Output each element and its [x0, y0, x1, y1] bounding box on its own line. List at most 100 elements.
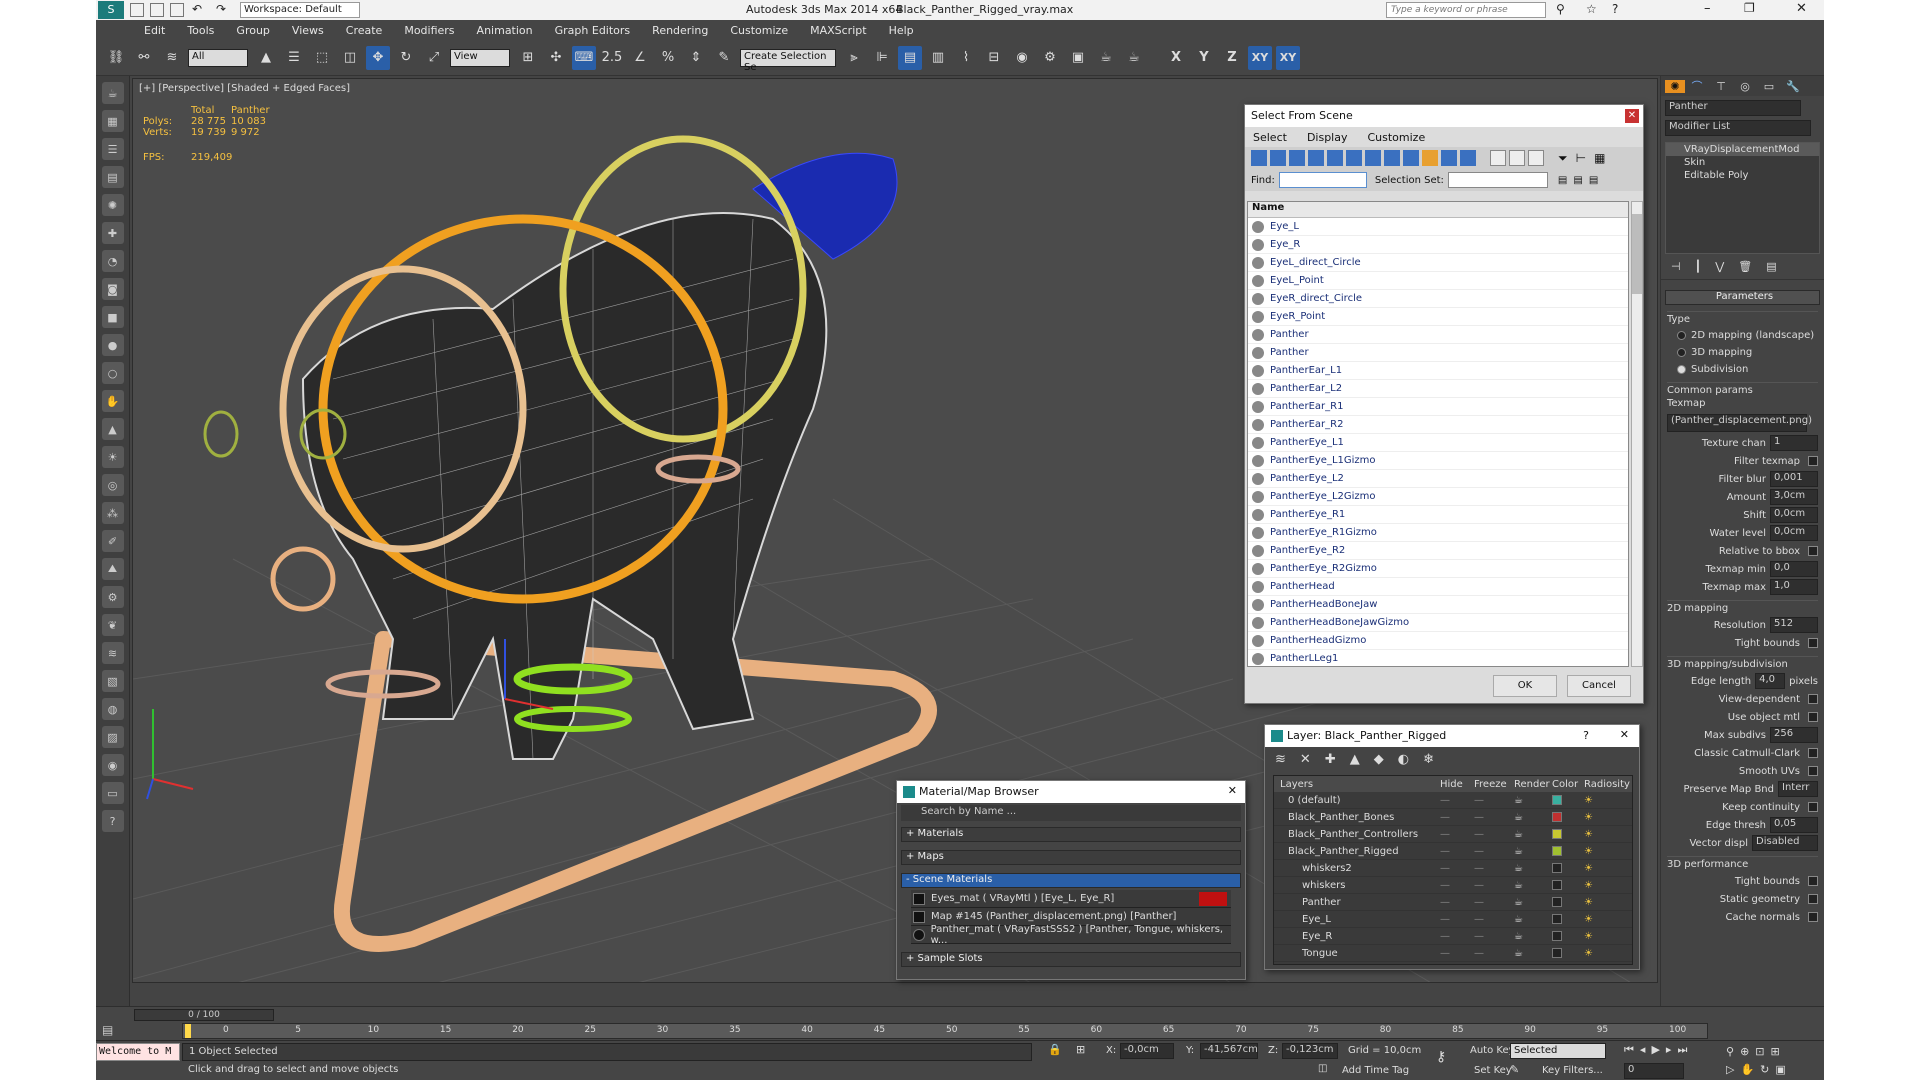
- scene-object-row[interactable]: PantherEye_L1: [1248, 434, 1628, 452]
- shift-value-field[interactable]: 0,0cm: [1770, 507, 1818, 523]
- scene-object-row[interactable]: Panther: [1248, 344, 1628, 362]
- layer-hide-toggle[interactable]: —: [1440, 846, 1474, 857]
- teapot-icon[interactable]: ☕: [101, 82, 124, 104]
- orbit-icon[interactable]: ↻: [1760, 1063, 1775, 1076]
- scene-object-row[interactable]: PantherEar_R1: [1248, 398, 1628, 416]
- mini-curve-editor-icon[interactable]: ▤: [102, 1023, 126, 1039]
- paint-icon[interactable]: ✐: [101, 530, 124, 552]
- maximize-viewport-icon[interactable]: ▣: [1775, 1063, 1791, 1076]
- key-mode-dropdown[interactable]: Selected: [1510, 1043, 1606, 1059]
- layer-freeze-toggle[interactable]: —: [1474, 931, 1514, 942]
- previous-frame-icon[interactable]: ◂: [1640, 1043, 1652, 1056]
- current-frame-field[interactable]: 0: [1624, 1063, 1684, 1079]
- display-cameras-icon[interactable]: [1308, 150, 1324, 166]
- layer-freeze-toggle[interactable]: —: [1474, 948, 1514, 959]
- set-key-pencil-icon[interactable]: ✎: [1510, 1063, 1519, 1076]
- select-scale-icon[interactable]: ⤢: [422, 46, 446, 70]
- menu-group[interactable]: Group: [236, 24, 270, 37]
- gear-icon[interactable]: ⚙: [101, 586, 124, 608]
- material-search-input[interactable]: Search by Name ...: [901, 805, 1241, 821]
- layer-render-teapot-icon[interactable]: ☕: [1514, 880, 1552, 891]
- hand-icon[interactable]: ✋: [101, 390, 124, 412]
- static-geometry-checkbox[interactable]: [1808, 894, 1818, 904]
- sphere-icon[interactable]: ●: [101, 334, 124, 356]
- layer-select-objects-icon[interactable]: ▲: [1350, 752, 1360, 767]
- radio-button[interactable]: [1677, 348, 1686, 357]
- terrain-icon[interactable]: ⛰: [101, 558, 124, 580]
- stack-item-vraydisplacement[interactable]: VRayDisplacementMod: [1666, 143, 1819, 156]
- select-menu-select[interactable]: Select: [1253, 131, 1287, 144]
- helper-icon[interactable]: ✚: [101, 222, 124, 244]
- align-icon[interactable]: ⊫: [870, 46, 894, 70]
- go-to-end-icon[interactable]: ⏭: [1677, 1043, 1693, 1056]
- help-icon[interactable]: ?: [1612, 2, 1618, 16]
- undo-icon[interactable]: ↶: [192, 2, 202, 16]
- layer-render-teapot-icon[interactable]: ☕: [1514, 812, 1552, 823]
- columns-icon[interactable]: ▦: [1594, 151, 1605, 165]
- vector-disp-value-field[interactable]: Disabled: [1752, 835, 1818, 851]
- display-invert-icon[interactable]: [1528, 150, 1544, 166]
- scene-object-row[interactable]: EyeL_direct_Circle: [1248, 254, 1628, 272]
- layer-radiosity-icon[interactable]: ☀: [1584, 948, 1593, 959]
- select-manipulate-icon[interactable]: ✣: [544, 46, 568, 70]
- maps-rollout[interactable]: + Maps: [901, 850, 1241, 865]
- layer-create-icon[interactable]: ≋: [1275, 752, 1286, 767]
- camera-icon[interactable]: ◙: [101, 278, 124, 300]
- layer-radiosity-icon[interactable]: ☀: [1584, 795, 1593, 806]
- hierarchy-tab-icon[interactable]: ⊤: [1709, 80, 1733, 93]
- max-logo-icon[interactable]: S: [98, 1, 124, 19]
- axis-xy-button[interactable]: XY: [1248, 45, 1272, 70]
- torus-icon[interactable]: ◎: [101, 474, 124, 496]
- layer-radiosity-icon[interactable]: ☀: [1584, 829, 1593, 840]
- window-crossing-icon[interactable]: ◫: [338, 46, 362, 70]
- plant-icon[interactable]: ❦: [101, 614, 124, 636]
- scene-object-row[interactable]: EyeR_Point: [1248, 308, 1628, 326]
- display-groups-icon[interactable]: [1365, 150, 1381, 166]
- select-menu-display[interactable]: Display: [1307, 131, 1348, 144]
- max-subdivs-value-field[interactable]: 256: [1770, 727, 1818, 743]
- tight-bounds2-checkbox[interactable]: [1808, 876, 1818, 886]
- layer-row[interactable]: Black_Panther_Rigged — — ☕ ☀: [1274, 843, 1632, 860]
- remove-modifier-icon[interactable]: 🗑: [1738, 260, 1752, 273]
- layer-row[interactable]: Eye_R — — ☕ ☀: [1274, 928, 1632, 945]
- save-file-icon[interactable]: [170, 3, 184, 17]
- menu-rendering[interactable]: Rendering: [652, 24, 708, 37]
- document-icon[interactable]: ▭: [101, 782, 124, 804]
- display-tab-icon[interactable]: ▭: [1757, 80, 1781, 93]
- pivot-center-icon[interactable]: ⊞: [516, 46, 540, 70]
- filter-texmap-checkbox[interactable]: [1808, 456, 1818, 466]
- radio-button[interactable]: [1677, 365, 1686, 374]
- rect-selection-icon[interactable]: ⬚: [310, 46, 334, 70]
- pan-icon[interactable]: ✋: [1740, 1063, 1760, 1076]
- blue-sphere-icon[interactable]: ◉: [101, 754, 124, 776]
- layer-radiosity-icon[interactable]: ☀: [1584, 897, 1593, 908]
- scene-object-list[interactable]: Name Eye_L Eye_R EyeL_direct_Circle EyeL_Po…: [1247, 201, 1629, 667]
- hair-icon[interactable]: ≋: [101, 642, 124, 664]
- layer-color-swatch[interactable]: [1552, 795, 1562, 805]
- layer-row[interactable]: Black_Panther_Bones — — ☕ ☀: [1274, 809, 1632, 826]
- layer-render-teapot-icon[interactable]: ☕: [1514, 914, 1552, 925]
- image-icon[interactable]: ▨: [101, 726, 124, 748]
- display-containers-icon[interactable]: [1422, 150, 1438, 166]
- scene-object-row[interactable]: PantherEar_R2: [1248, 416, 1628, 434]
- selection-set-add-icon[interactable]: ▤: [1558, 175, 1567, 186]
- spinner-snap-icon[interactable]: ⇕: [684, 46, 708, 70]
- scene-object-row[interactable]: PantherEye_L1Gizmo: [1248, 452, 1628, 470]
- select-rotate-icon[interactable]: ↻: [394, 46, 418, 70]
- field-of-view-icon[interactable]: ▷: [1726, 1063, 1740, 1076]
- circle-icon[interactable]: ○: [101, 362, 124, 384]
- set-key-button[interactable]: Set Key: [1474, 1065, 1512, 1076]
- keyboard-shortcut-icon[interactable]: ⌨: [572, 45, 596, 70]
- use-object-mtl-checkbox[interactable]: [1808, 712, 1818, 722]
- menu-views[interactable]: Views: [292, 24, 324, 37]
- axis-x-button[interactable]: X: [1164, 46, 1188, 70]
- viewport-label[interactable]: [+] [Perspective] [Shaded + Edged Faces]: [139, 83, 350, 94]
- view-dependent-checkbox[interactable]: [1808, 694, 1818, 704]
- material-editor-icon[interactable]: ◉: [1010, 46, 1034, 70]
- sun-icon[interactable]: ☀: [101, 446, 124, 468]
- layer-hide-all-icon[interactable]: ◐: [1398, 752, 1409, 767]
- display-bones-icon[interactable]: [1403, 150, 1419, 166]
- display-shapes-icon[interactable]: [1270, 150, 1286, 166]
- display-spacewarps-icon[interactable]: [1346, 150, 1362, 166]
- axis-xy-cycle-button[interactable]: XY: [1276, 45, 1300, 70]
